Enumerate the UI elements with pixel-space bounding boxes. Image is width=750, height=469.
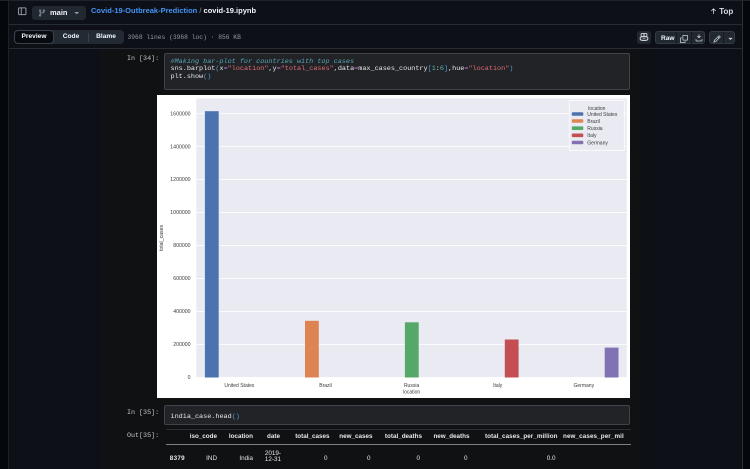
svg-text:Italy: Italy bbox=[587, 133, 597, 139]
svg-text:1400000: 1400000 bbox=[170, 144, 190, 150]
svg-text:800000: 800000 bbox=[173, 243, 190, 249]
svg-text:Germany: Germany bbox=[573, 383, 594, 389]
svg-text:Brazil: Brazil bbox=[319, 383, 332, 389]
svg-text:Russia: Russia bbox=[587, 126, 603, 132]
svg-text:Russia: Russia bbox=[404, 383, 420, 389]
svg-text:600000: 600000 bbox=[173, 276, 190, 282]
svg-text:1600000: 1600000 bbox=[170, 111, 190, 117]
svg-text:200000: 200000 bbox=[173, 342, 190, 348]
svg-text:0: 0 bbox=[187, 375, 190, 381]
svg-text:location: location bbox=[403, 389, 420, 395]
svg-text:Germany: Germany bbox=[587, 140, 608, 146]
svg-text:Brazil: Brazil bbox=[587, 118, 600, 124]
svg-text:United States: United States bbox=[587, 111, 618, 117]
svg-text:400000: 400000 bbox=[173, 309, 190, 315]
svg-text:total_cases: total_cases bbox=[159, 224, 165, 251]
svg-text:1000000: 1000000 bbox=[170, 210, 190, 216]
svg-text:Italy: Italy bbox=[493, 383, 503, 389]
svg-text:United States: United States bbox=[224, 383, 255, 389]
svg-text:1200000: 1200000 bbox=[170, 177, 190, 183]
